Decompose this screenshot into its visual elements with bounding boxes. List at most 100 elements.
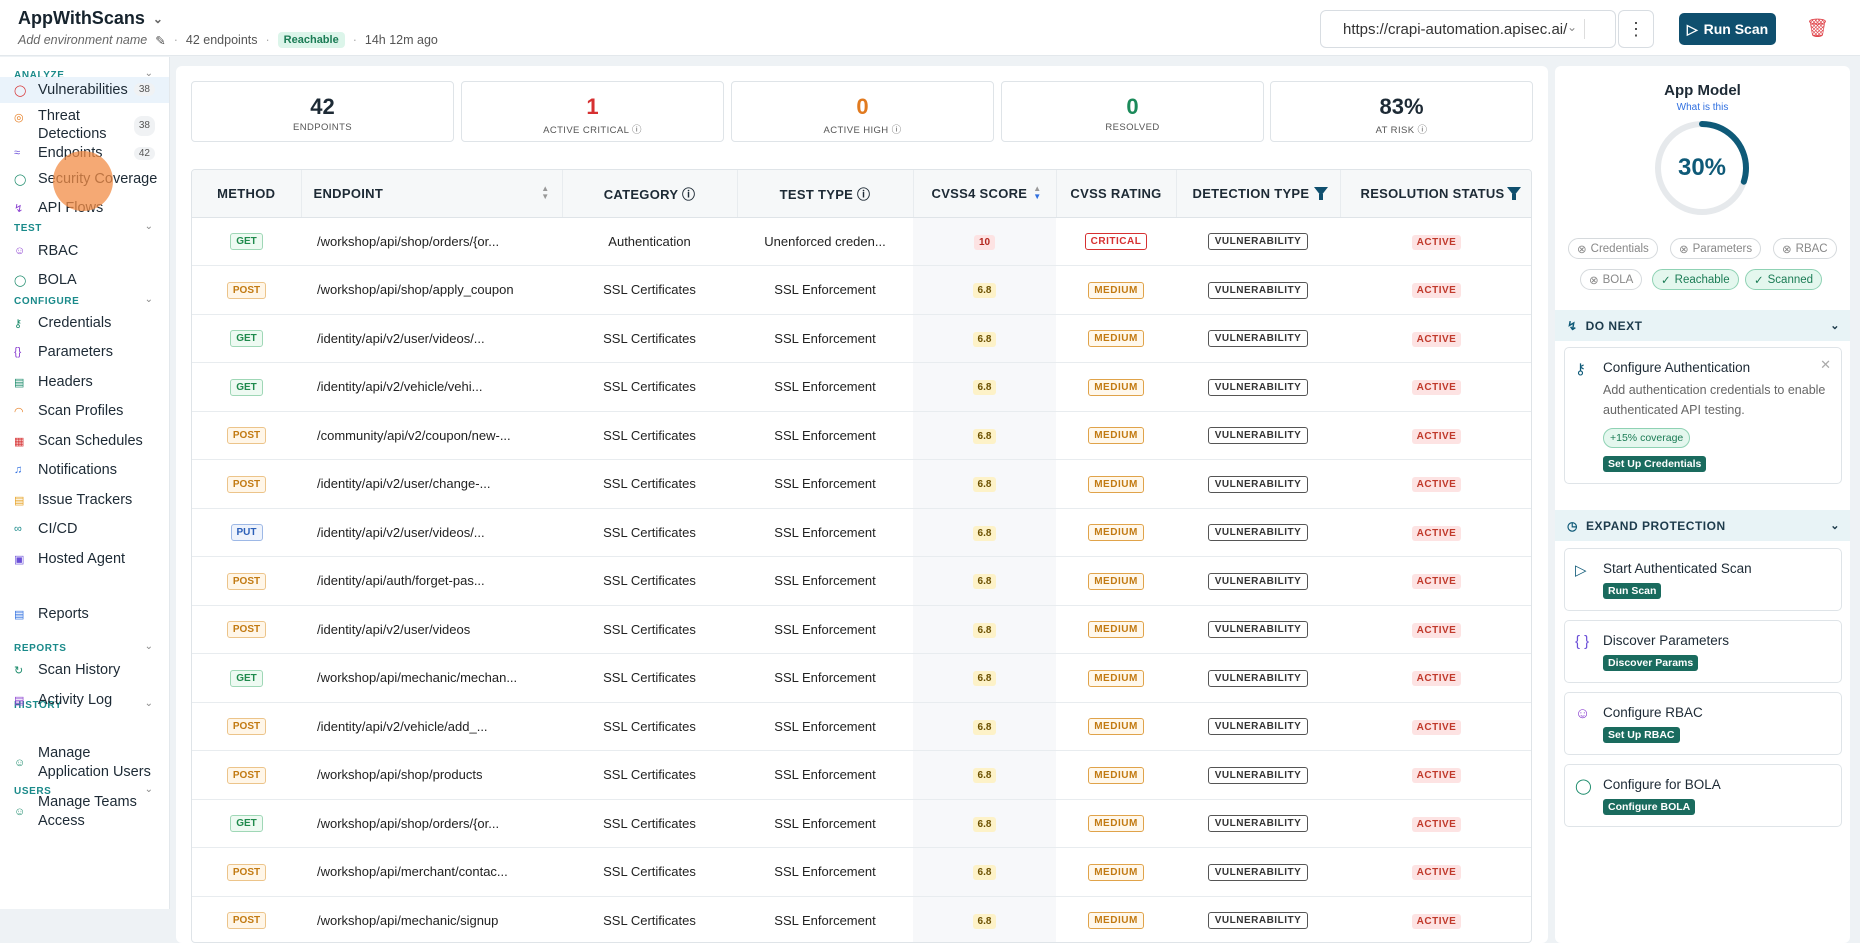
detection-type-badge: VULNERABILITY [1207,912,1309,930]
detection-type-cell: VULNERABILITY [1176,314,1340,363]
table-row[interactable]: POST/workshop/api/shop/products SSL Certi… [192,750,1531,800]
stat-card-active-high[interactable]: 0 ACTIVE HIGH ⓘ [731,81,994,142]
endpoint-cell[interactable]: /identity/api/auth/forget-pas... [301,556,562,606]
table-row[interactable]: GET/workshop/api/mechanic/mechan... SSL C… [192,653,1531,703]
table-row[interactable]: POST/workshop/api/merchant/contac... SSL … [192,847,1531,897]
endpoint-cell[interactable]: /community/api/v2/coupon/new-... [301,411,562,460]
endpoint-cell[interactable]: /identity/api/v2/vehicle/add_... [301,702,562,751]
sidebar-item-ci-cd[interactable]: ∞ CI/CD [0,519,169,545]
endpoint-cell[interactable]: /identity/api/v2/user/videos/... [301,314,562,363]
sidebar-item-vulnerabilities[interactable]: ◯ Vulnerabilities 38 [0,77,169,103]
sort-icon[interactable]: ▲ ▼ [1033,185,1041,201]
chip-label: BOLA [1602,273,1634,286]
sidebar-item-endpoints[interactable]: ≈ Endpoints 42 [0,143,169,169]
what-is-this-link[interactable]: What is this [1555,102,1850,113]
resolution-status-cell: ACTIVE [1340,411,1531,460]
sidebar-item-issue-trackers[interactable]: ▤ Issue Trackers [0,490,169,516]
run-scan-card-button[interactable]: Run Scan [1603,583,1662,599]
chevron-down-icon[interactable]: ⌄ [145,221,153,232]
table-row[interactable]: GET/workshop/api/shop/orders/{or... SSL C… [192,799,1531,848]
table-row[interactable]: POST/identity/api/v2/vehicle/add_... SSL … [192,702,1531,751]
sidebar-item-activity-log[interactable]: ▤ Activity Log [0,690,169,716]
stat-card-active-critical[interactable]: 1 ACTIVE CRITICAL ⓘ [461,81,724,142]
sidebar-item-security-coverage[interactable]: ◯ Security Coverage [0,169,169,195]
table-row[interactable]: POST/workshop/api/shop/apply_coupon SSL C… [192,265,1531,315]
close-icon[interactable]: ✕ [1820,357,1831,373]
table-row[interactable]: POST/community/api/v2/coupon/new-... SSL … [192,411,1531,460]
sidebar-item-headers[interactable]: ▤ Headers [0,372,169,398]
discover-params-button[interactable]: Discover Params [1603,655,1699,671]
sidebar-item-credentials[interactable]: ⚷ Credentials [0,313,169,339]
column-header-resolution-status[interactable]: RESOLUTION STATUS [1340,170,1531,218]
detection-type-cell: VULNERABILITY [1176,459,1340,509]
trash-icon[interactable]: 🗑 [1806,18,1829,39]
sidebar-item-scan-schedules[interactable]: ▦ Scan Schedules [0,431,169,457]
endpoint-cell[interactable]: /identity/api/v2/user/change-... [301,459,562,509]
run-scan-button[interactable]: ▷ Run Scan [1679,13,1776,45]
endpoint-cell[interactable]: /workshop/api/mechanic/mechan... [301,653,562,703]
column-header-detection-type[interactable]: DETECTION TYPE [1176,170,1341,218]
sidebar-item-bola[interactable]: ◯ BOLA [0,270,169,296]
column-header-test-type[interactable]: TEST TYPE ⓘ [737,170,914,218]
resolution-status-badge: ACTIVE [1411,622,1462,638]
endpoint-cell[interactable]: /workshop/api/shop/apply_coupon [301,265,562,315]
detection-type-cell: VULNERABILITY [1176,847,1340,897]
expand-protection-section-header[interactable]: ◷ EXPAND PROTECTION ⌄ [1555,510,1850,541]
chevron-down-icon[interactable]: ⌄ [145,294,153,305]
sidebar-item-scan-profiles[interactable]: ◠ Scan Profiles [0,401,169,427]
set-up-rbac-button[interactable]: Set Up RBAC [1603,727,1680,743]
sort-icon[interactable]: ▲ ▼ [541,185,549,201]
table-row[interactable]: POST/identity/api/v2/user/change-... SSL … [192,459,1531,509]
endpoint-cell[interactable]: /workshop/api/mechanic/signup [301,896,562,942]
environment-url-select[interactable]: https://crapi-automation.apisec.ai/ ⌄ [1320,10,1616,48]
stat-card-resolved[interactable]: 0 RESOLVED [1001,81,1264,142]
filter-icon[interactable] [1507,187,1521,200]
table-row[interactable]: POST/identity/api/v2/user/videos SSL Cert… [192,605,1531,654]
endpoint-cell[interactable]: /workshop/api/shop/products [301,750,562,800]
detection-type-cell: VULNERABILITY [1176,702,1340,751]
sidebar-item-threat-detections[interactable]: ◎ Threat Detections 38 [0,104,169,142]
column-header-endpoint[interactable]: ENDPOINT ▲ ▼ [301,170,563,218]
sidebar-item-label: Threat Detections [38,108,107,142]
configure-bola-button[interactable]: Configure BOLA [1603,799,1696,815]
endpoint-cell[interactable]: /identity/api/v2/user/videos [301,605,562,654]
column-header-cvss4-score[interactable]: CVSS4 SCORE ▲ ▼ [913,170,1057,218]
column-header-method[interactable]: METHOD [192,170,302,218]
table-row[interactable]: POST/identity/api/auth/forget-pas... SSL … [192,556,1531,606]
column-header-cvss-rating[interactable]: CVSS RATING [1056,170,1177,218]
users-icon: ☺ [14,245,26,257]
sidebar-item-manage-teams-access[interactable]: ☺ Manage Teams Access [0,793,169,833]
test-type-cell: SSL Enforcement [737,362,913,412]
sidebar-item-hosted-agent[interactable]: ▣ Hosted Agent [0,549,169,575]
column-header-category[interactable]: CATEGORY ⓘ [562,170,738,218]
table-row[interactable]: GET/workshop/api/shop/orders/{or... Authe… [192,217,1531,266]
play-icon: ▷ [1575,562,1587,579]
table-row[interactable]: POST/workshop/api/mechanic/signup SSL Cer… [192,896,1531,942]
endpoint-cell[interactable]: /workshop/api/merchant/contac... [301,847,562,897]
table-row[interactable]: GET/identity/api/v2/vehicle/vehi... SSL C… [192,362,1531,412]
endpoint-cell[interactable]: /workshop/api/shop/orders/{or... [301,217,562,266]
do-next-section-header[interactable]: ↯ DO NEXT ⌄ [1555,310,1850,341]
env-name-field[interactable]: Add environment name [18,33,147,47]
sidebar-item-scan-history[interactable]: ↻ Scan History [0,660,169,686]
sidebar-item-notifications[interactable]: ♫ Notifications [0,460,169,486]
stat-card-endpoints[interactable]: 42 ENDPOINTS [191,81,454,142]
endpoint-cell[interactable]: /identity/api/v2/vehicle/vehi... [301,362,562,412]
endpoint-cell[interactable]: /identity/api/v2/user/videos/... [301,508,562,557]
pencil-icon[interactable]: ✎ [155,33,165,48]
endpoint-cell[interactable]: /workshop/api/shop/orders/{or... [301,799,562,848]
stat-card-at-risk[interactable]: 83% AT RISK ⓘ [1270,81,1533,142]
table-row[interactable]: GET/identity/api/v2/user/videos/... SSL C… [192,314,1531,363]
set-up-credentials-button[interactable]: Set Up Credentials [1603,456,1707,472]
stat-value: 1 [586,94,599,119]
more-options-button[interactable]: ⋮ [1618,10,1654,48]
chevron-down-icon[interactable]: ⌄ [145,641,153,652]
sidebar-item-rbac[interactable]: ☺ RBAC [0,241,169,267]
sidebar-item-parameters[interactable]: {} Parameters [0,342,169,368]
filter-icon[interactable] [1313,187,1328,200]
app-switcher[interactable]: AppWithScans ⌄ [18,8,163,29]
table-row[interactable]: PUT/identity/api/v2/user/videos/... SSL C… [192,508,1531,557]
test-type-cell: SSL Enforcement [737,411,913,460]
sidebar-item-manage-application-users[interactable]: ☺ Manage Application Users [0,744,169,784]
sidebar-item-reports[interactable]: ▤ Reports [0,604,169,630]
